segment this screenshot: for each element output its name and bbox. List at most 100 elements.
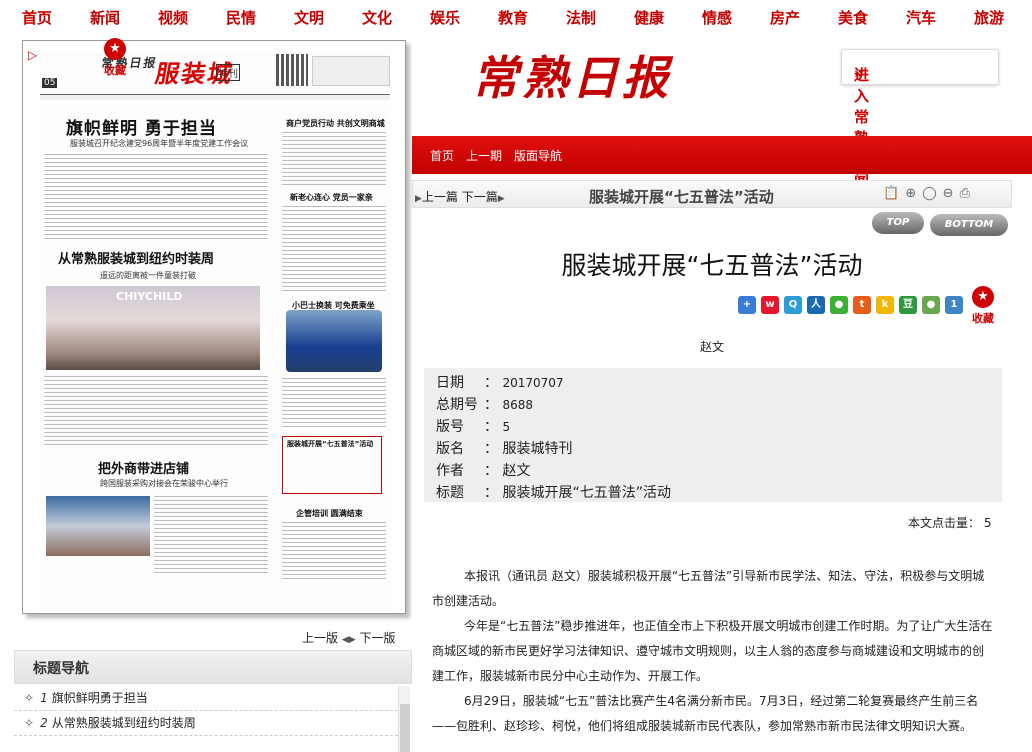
info-row: 总期号： 8688 (436, 397, 533, 413)
paper-subhead-3: 跨国服装采购对接会在荣骏中心举行 (100, 479, 228, 488)
scroll-top-button[interactable]: TOP (872, 212, 924, 234)
qr-code-icon (276, 54, 308, 86)
prev-page-link[interactable]: 上一版 (302, 631, 338, 645)
nav-home[interactable]: 首页 (430, 147, 454, 164)
click-count: 本文点击量： 5 (908, 516, 992, 530)
favorite-button-right[interactable]: ★ 收藏 (968, 286, 998, 326)
section-nav-bar: 首页 上一期 版面导航 (412, 136, 1032, 174)
print-icon[interactable]: ⎙ (960, 186, 976, 201)
info-row: 版名： 服装城特刊 (436, 441, 573, 457)
zoom-in-icon[interactable]: ⊕ (905, 186, 922, 201)
zoom-out-icon[interactable]: ⊖ (943, 186, 960, 201)
topnav-item[interactable]: 汽车 (906, 7, 936, 28)
top-nav: 首页 新闻 视频 民情 文明 文化 娱乐 教育 法制 健康 情感 房产 美食 汽… (0, 0, 1032, 34)
favorite-label: 收藏 (972, 312, 994, 325)
topnav-item[interactable]: 美食 (838, 7, 868, 28)
zoom-reset-icon[interactable]: ◯ (922, 186, 943, 201)
article-title: 服装城开展“七五普法”活动 (561, 251, 863, 280)
douban-icon[interactable]: 豆 (899, 296, 917, 314)
prev-article-link[interactable]: 上一篇 (422, 190, 458, 204)
topnav-item[interactable]: 民情 (226, 7, 256, 28)
favorite-button-left[interactable]: ★ 收藏 (100, 38, 130, 78)
article-body: 本报讯（通讯员 赵文）服装城积极开展“七五普法”引导新市民学法、知法、守法，积极… (432, 564, 994, 739)
renren-icon[interactable]: 人 (807, 296, 825, 314)
text-block (282, 522, 386, 582)
text-block (44, 376, 268, 448)
topnav-item[interactable]: 旅游 (974, 7, 1004, 28)
paper-side-head-1[interactable]: 商户党员行动 共创文明商城 (286, 118, 385, 129)
paper-side-head-4: 服装城开展“七五普法”活动 (287, 440, 374, 448)
paper-subhead-1: 服装城召开纪念建党96周年暨半年度党建工作会议 (70, 139, 249, 148)
bullet-icon: ✧ (24, 716, 35, 730)
text-block (282, 206, 386, 292)
right-arrow-icon: ▶ (497, 194, 505, 204)
masthead: 05 常熟日报服装城 特刊 (40, 52, 390, 100)
wechat-icon[interactable]: ● (830, 296, 848, 314)
title-nav-item[interactable]: ✧ 2 从常熟服装城到纽约时装周 (14, 711, 398, 736)
text-block (44, 154, 268, 240)
fashion-photo: CHIYCHILD (46, 286, 260, 370)
masthead-strip (40, 94, 390, 100)
topnav-item[interactable]: 情感 (702, 7, 732, 28)
toolbar-title: 服装城开展“七五普法”活动 (589, 188, 774, 206)
qzone-icon[interactable]: Q (784, 296, 802, 314)
article-paragraph: 6月29日，服装城“七五”普法比赛产生4名满分新市民。7月3日，经过第二轮复赛最… (432, 694, 979, 733)
next-page-link[interactable]: 下一版 (360, 631, 396, 645)
article-paragraph: 今年是“七五普法”稳步推进年，也正值全市上下积极开展文明城市创建工作时期。为了让… (432, 619, 993, 683)
title-nav-item[interactable]: ✧ 1 旗帜鲜明勇于担当 (14, 686, 398, 711)
nav-page-nav[interactable]: 版面导航 (514, 147, 562, 164)
current-article-hotspot[interactable]: 服装城开展“七五普法”活动 (282, 436, 382, 494)
topnav-item[interactable]: 健康 (634, 7, 664, 28)
clipboard-icon[interactable]: 📋 (883, 186, 905, 201)
info-row: 作者： 赵文 (436, 463, 531, 479)
topnav-item[interactable]: 文明 (294, 7, 324, 28)
plus-share-icon[interactable]: + (738, 296, 756, 314)
bus-photo (286, 310, 382, 372)
topnav-item[interactable]: 房产 (770, 7, 800, 28)
kaixin-icon[interactable]: k (876, 296, 894, 314)
paper-subhead-2: 遥远的距离被一件童装打破 (100, 271, 196, 280)
article-paragraph: 本报讯（通讯员 赵文）服装城积极开展“七五普法”引导新市民学法、知法、守法，积极… (432, 569, 985, 608)
bullet-icon: ✧ (24, 691, 35, 705)
scroll-bottom-button[interactable]: BOTTOM (930, 214, 1008, 236)
paper-side-head-5[interactable]: 企管培训 圆满结束 (296, 508, 363, 519)
topnav-item[interactable]: 文化 (362, 7, 392, 28)
topnav-item[interactable]: 视频 (158, 7, 188, 28)
paper-side-head-2[interactable]: 新老心连心 党员一家亲 (290, 192, 373, 203)
title-nav-header: 标题导航 (14, 650, 412, 684)
bookmark-icon[interactable]: ● (922, 296, 940, 314)
weibo-icon[interactable]: w (761, 296, 779, 314)
favorite-label: 收藏 (104, 64, 126, 77)
next-article-link[interactable]: 下一篇 (462, 190, 498, 204)
site-logo[interactable]: 常熟日报 (472, 42, 672, 108)
double-chevron-icon: » (854, 64, 864, 82)
topnav-item[interactable]: 法制 (566, 7, 596, 28)
right-arrow-icon: ▶ (415, 194, 422, 204)
title-nav-scrollbar[interactable] (398, 686, 410, 752)
page-number: 05 (42, 78, 58, 88)
tencent-weibo-icon[interactable]: t (853, 296, 871, 314)
topnav-item[interactable]: 首页 (22, 7, 52, 28)
nav-prev-issue[interactable]: 上一期 (466, 147, 502, 164)
photo-brand-text: CHIYCHILD (116, 290, 183, 303)
share-count[interactable]: 1 (945, 296, 963, 314)
go-news-button[interactable]: 进入常熟新闻网 » (841, 49, 999, 210)
text-block (282, 378, 386, 430)
scrollbar-thumb[interactable] (400, 704, 410, 752)
text-block (282, 132, 386, 188)
masthead-ad (312, 56, 390, 86)
share-bar: + w Q 人 ● t k 豆 ● 1 (738, 296, 963, 314)
newspaper-page-image[interactable]: 05 常熟日报服装城 特刊 旗帜鲜明 勇于担当 服装城召开纪念建党96周年暨半年… (40, 52, 390, 612)
article-pager: ▶上一篇 下一篇▶ (415, 188, 505, 205)
topnav-item[interactable]: 娱乐 (430, 7, 460, 28)
page-pager: 上一版 ◀▶ 下一版 (302, 629, 396, 646)
info-row: 版号： 5 (436, 419, 511, 435)
paper-headline-3[interactable]: 把外商带进店铺 (98, 458, 189, 477)
paper-headline-1[interactable]: 旗帜鲜明 勇于担当 (66, 114, 217, 139)
expand-arrow-icon[interactable]: ▷ (28, 48, 37, 62)
masthead-tag: 特刊 (216, 64, 240, 81)
topnav-item[interactable]: 教育 (498, 7, 528, 28)
paper-headline-2[interactable]: 从常熟服装城到纽约时装周 (58, 248, 214, 267)
topnav-item[interactable]: 新闻 (90, 7, 120, 28)
info-row: 标题： 服装城开展“七五普法”活动 (436, 485, 671, 501)
